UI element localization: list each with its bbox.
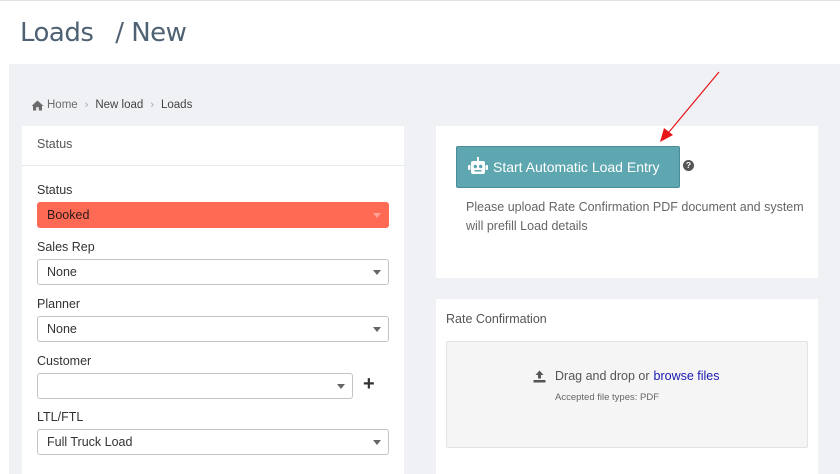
question-circle-icon[interactable]: ? [683, 160, 694, 171]
dropzone-line: Drag and drop or browse files [533, 369, 720, 383]
top-border [0, 0, 840, 1]
status-label: Status [37, 183, 73, 197]
file-dropzone[interactable]: Drag and drop or browse files Accepted f… [446, 341, 808, 448]
planner-label: Planner [37, 297, 81, 311]
ltl-ftl-select-value: Full Truck Load [47, 435, 133, 449]
accepted-file-types: Accepted file types: PDF [555, 392, 660, 403]
auto-entry-card: Start Automatic Load Entry ? Please uplo… [436, 126, 818, 278]
rate-confirmation-heading: Rate Confirmation [446, 312, 547, 326]
caret-down-icon [373, 327, 381, 332]
status-card: Status Status Booked Sales Rep None Plan… [22, 126, 404, 474]
robot-icon [468, 157, 488, 174]
browse-files-link[interactable]: browse files [654, 369, 720, 383]
chevron-right-icon: › [150, 99, 154, 111]
planner-select-value: None [47, 322, 77, 336]
status-select[interactable]: Booked [37, 202, 389, 228]
start-automatic-load-entry-label: Start Automatic Load Entry [493, 159, 660, 175]
home-icon [31, 100, 44, 110]
breadcrumb-new-load[interactable]: New load [95, 99, 143, 111]
caret-down-icon [373, 440, 381, 445]
chevron-right-icon: › [84, 99, 89, 111]
breadcrumb-home[interactable]: Home [31, 99, 78, 111]
status-card-heading: Status [22, 126, 404, 166]
breadcrumb-loads[interactable]: Loads [161, 99, 192, 111]
breadcrumb-home-label: Home [47, 99, 78, 111]
customer-label: Customer [37, 354, 92, 368]
sales-rep-label: Sales Rep [37, 240, 95, 254]
caret-down-icon [373, 213, 381, 218]
auto-entry-description: Please upload Rate Confirmation PDF docu… [466, 200, 804, 233]
page-title-separator: / [115, 18, 124, 48]
breadcrumb: Home › New load › Loads [31, 99, 192, 111]
dropzone-text: Drag and drop or [555, 369, 650, 383]
sales-rep-select[interactable]: None [37, 259, 389, 285]
page-title-sub: New [131, 18, 187, 48]
ltl-ftl-select[interactable]: Full Truck Load [37, 429, 389, 455]
add-customer-button[interactable]: + [363, 374, 375, 394]
upload-icon [533, 370, 546, 382]
sales-rep-select-value: None [47, 265, 77, 279]
caret-down-icon [373, 270, 381, 275]
ltl-ftl-label: LTL/FTL [37, 410, 84, 424]
status-select-value: Booked [47, 208, 90, 222]
caret-down-icon [337, 384, 345, 389]
planner-select[interactable]: None [37, 316, 389, 342]
page-title-main: Loads [20, 18, 94, 48]
start-automatic-load-entry-button[interactable]: Start Automatic Load Entry [456, 146, 680, 188]
rate-confirmation-card: Rate Confirmation Drag and drop or brows… [436, 299, 818, 474]
page-title: Loads / New [20, 18, 187, 48]
customer-select[interactable] [37, 373, 353, 399]
